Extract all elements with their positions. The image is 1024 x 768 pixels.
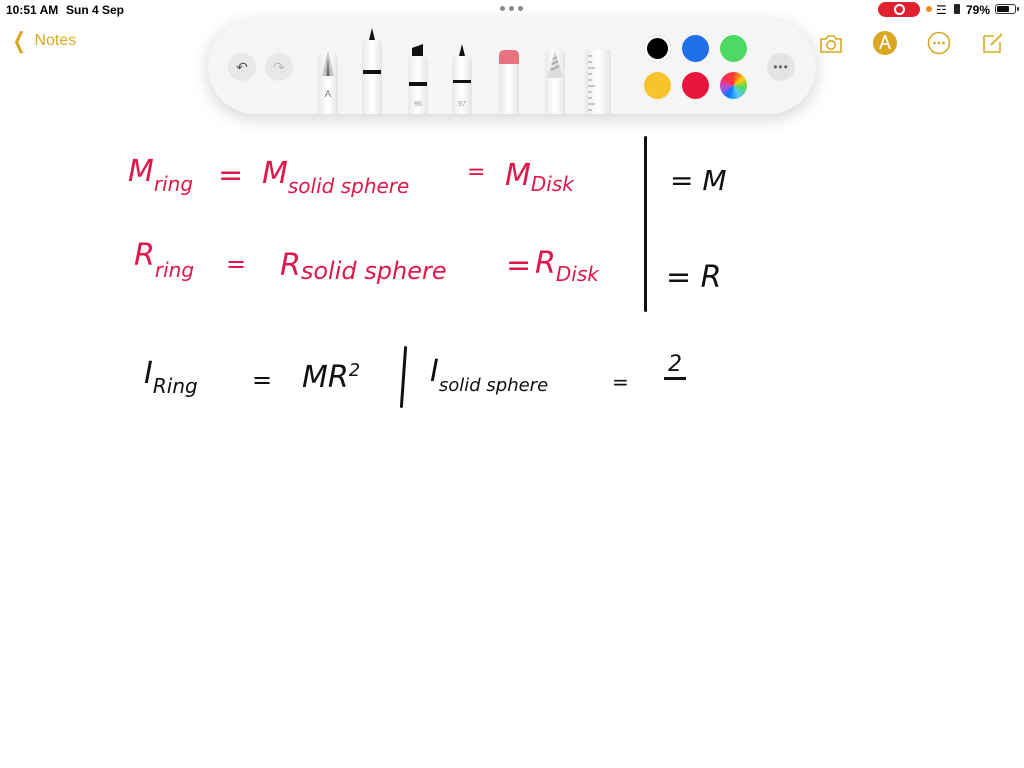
tool-ruler[interactable] — [585, 50, 611, 114]
tool-pen[interactable] — [362, 28, 382, 114]
marker-tip-icon — [412, 44, 423, 56]
undo-button[interactable]: ↶ — [228, 53, 256, 81]
equals-sign: = — [506, 248, 532, 283]
redo-icon: ↷ — [273, 58, 285, 75]
tool-marker[interactable]: 96 — [408, 44, 428, 114]
tool-fineliner[interactable]: 97 — [452, 44, 472, 114]
wifi-icon: ☲ — [936, 3, 947, 17]
color-green[interactable] — [720, 35, 747, 62]
fraction-numerator: 2 — [664, 352, 686, 380]
markup-icon[interactable] — [872, 30, 898, 56]
screen-recording-indicator[interactable] — [878, 2, 920, 17]
battery-icon — [995, 4, 1019, 14]
camera-icon[interactable] — [818, 31, 844, 57]
color-picker-multicolor[interactable] — [720, 72, 747, 99]
status-time: 10:51 AM — [6, 3, 59, 17]
battery-percent: 79% — [966, 3, 991, 17]
pen-tip-icon — [322, 50, 334, 76]
m-solid-sphere: Msolid sphere — [262, 156, 410, 198]
tool-pencil[interactable] — [545, 50, 565, 114]
divider-stroke — [399, 345, 407, 409]
fineliner-tip-icon — [459, 44, 465, 56]
m-disk: MDisk — [505, 158, 574, 196]
color-blue[interactable] — [682, 35, 709, 62]
multitasking-grabber[interactable] — [500, 6, 523, 11]
equals-sign: = — [252, 366, 273, 394]
pencil-tip-icon — [547, 50, 563, 78]
marker-color-band — [409, 82, 427, 86]
toolbar-more-button[interactable]: ••• — [767, 53, 795, 81]
back-label: Notes — [34, 32, 77, 49]
status-date: Sun 4 Sep — [66, 3, 125, 17]
tool-eraser[interactable] — [499, 50, 519, 114]
tool-label: 96 — [414, 101, 422, 108]
redo-button[interactable]: ↷ — [265, 53, 293, 81]
tool-label: A — [324, 89, 332, 100]
color-black[interactable] — [644, 35, 671, 62]
tool-label: 97 — [458, 101, 466, 108]
color-red[interactable] — [682, 72, 709, 99]
m-ring: Mring — [128, 154, 194, 196]
pen-tip-icon — [369, 28, 375, 40]
battery-fill — [997, 6, 1009, 12]
result-r: = R — [666, 260, 722, 295]
chevron-left-icon: ❮ — [12, 28, 26, 53]
i-solid-sphere: Isolid sphere — [430, 354, 549, 396]
ruler-ticks-icon — [588, 55, 595, 111]
tool-monoline-pen[interactable]: A — [318, 50, 338, 114]
note-canvas[interactable]: Mring = Msolid sphere = MDisk Rring = Rs… — [0, 120, 1024, 768]
color-yellow[interactable] — [644, 72, 671, 99]
back-to-notes-button[interactable]: ❮ Notes — [10, 28, 77, 53]
equals-sign: = — [226, 250, 247, 278]
r-disk: RDisk — [535, 246, 599, 286]
r-ring: Rring — [134, 238, 195, 282]
equals-sign: = — [467, 160, 486, 185]
pen-color-band — [363, 70, 381, 74]
divider-stroke — [644, 136, 647, 312]
equals-sign: = — [218, 158, 244, 193]
ellipsis-icon: ••• — [773, 60, 789, 74]
equals-sign: = — [612, 370, 629, 394]
r-solid-sphere: Rsolid sphere — [280, 248, 447, 285]
fineliner-color-band — [453, 80, 471, 83]
i-ring-value: MR2 — [302, 360, 361, 395]
more-options-icon[interactable] — [926, 30, 952, 56]
status-bar: 10:51 AM Sun 4 Sep ☲ 79% — [0, 0, 1024, 20]
markup-toolbar: ↶ ↷ A 96 97 ••• — [208, 20, 816, 114]
undo-icon: ↶ — [236, 58, 248, 75]
i-ring: IRing — [144, 356, 198, 398]
compose-icon[interactable] — [980, 30, 1006, 56]
result-m: = M — [670, 164, 727, 197]
record-icon — [893, 4, 905, 15]
sim-icon — [954, 4, 960, 14]
eraser-tip-icon — [499, 50, 519, 64]
privacy-dot-icon — [926, 6, 932, 12]
